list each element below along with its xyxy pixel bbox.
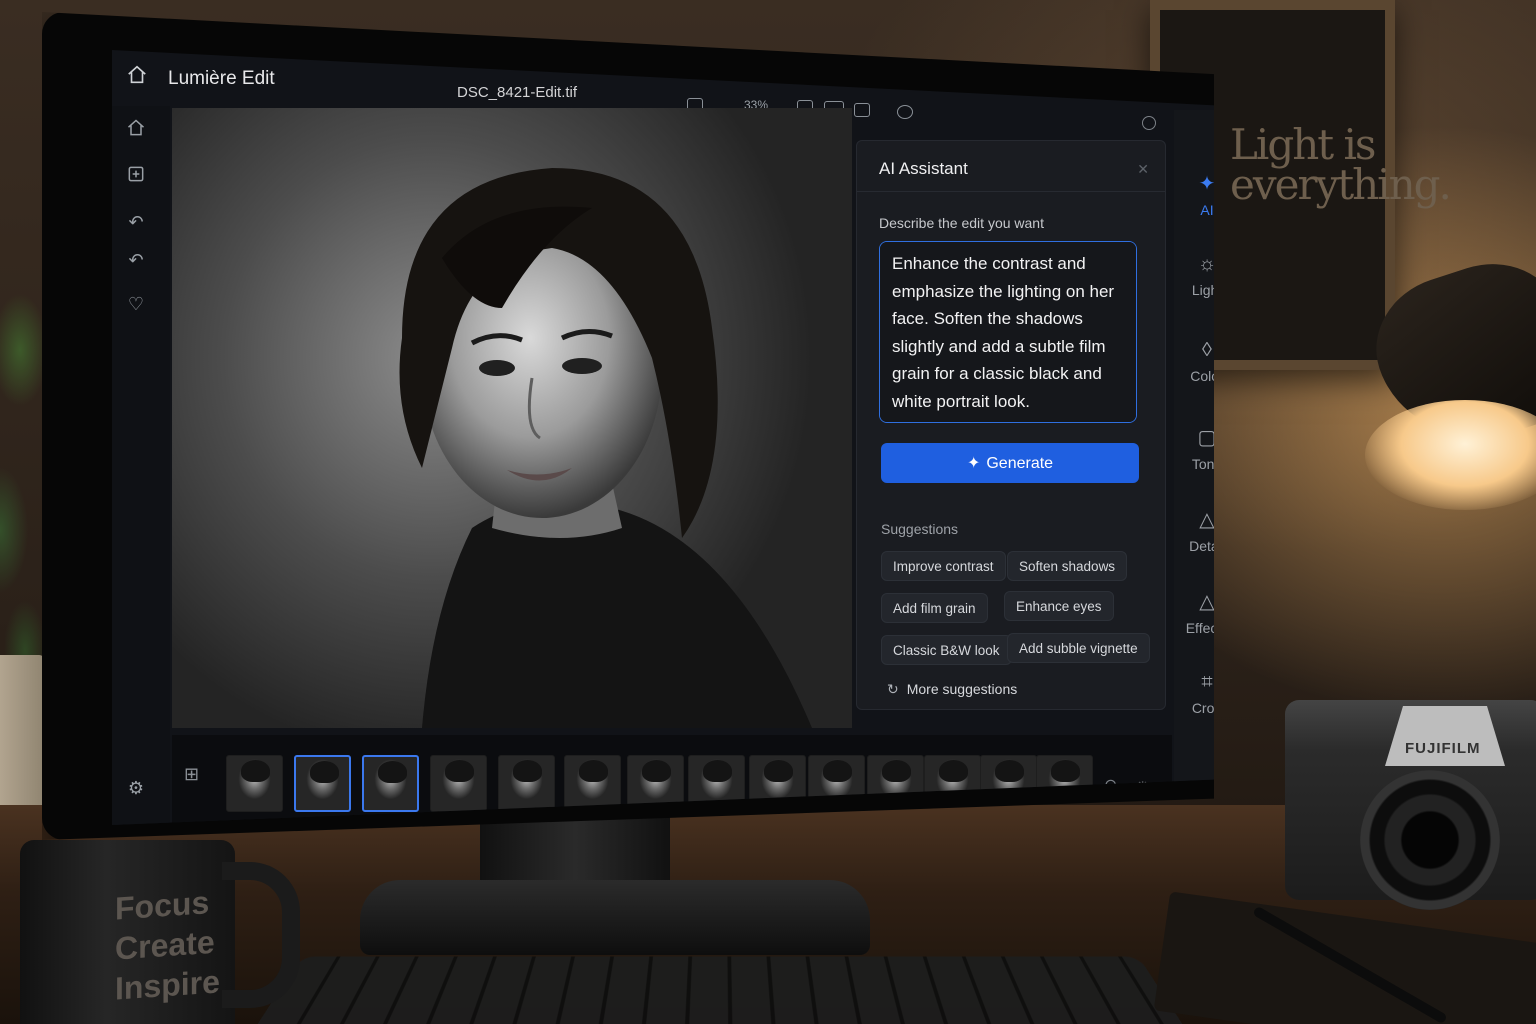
- thumbnail[interactable]: [749, 755, 806, 812]
- tool-detail[interactable]: △ Detail: [1174, 508, 1225, 554]
- app-window: Lumière Edit DSC_8421-Edit.tif 33% ↶ ↶ ♡…: [112, 50, 1229, 825]
- panel-title: AI Assistant: [879, 159, 968, 178]
- tool-label: Tone: [1191, 456, 1223, 472]
- portrait-photo: [399, 168, 812, 728]
- home-icon[interactable]: [126, 118, 146, 138]
- thumbnail[interactable]: [564, 755, 621, 812]
- thumbnail[interactable]: [867, 755, 924, 812]
- monitor-base: [360, 880, 870, 955]
- suggestions-label: Suggestions: [881, 521, 959, 537]
- refresh-icon: ↻: [887, 681, 899, 697]
- thumbnail[interactable]: [226, 755, 283, 812]
- file-name: DSC_8421-Edit.tif: [457, 84, 578, 101]
- left-rail: ↶ ↶ ♡ ⚙: [112, 106, 170, 825]
- tool-label: Effects: [1185, 620, 1229, 636]
- lamp-light: [1365, 400, 1536, 510]
- refresh-icon[interactable]: [1142, 116, 1156, 130]
- thumbnail-selected[interactable]: [362, 755, 419, 812]
- thumbnail[interactable]: [430, 755, 487, 812]
- suggestion-chip-add-vignette[interactable]: Add subble vignette: [1007, 633, 1150, 663]
- thumbnail[interactable]: [688, 755, 745, 812]
- tool-label: Detail: [1189, 538, 1225, 554]
- mug-line-3: Inspire: [115, 963, 220, 1007]
- settings-icon[interactable]: ⚙: [126, 778, 146, 798]
- more-suggestions-link[interactable]: ↻ More suggestions: [887, 681, 1017, 698]
- photo-canvas[interactable]: [172, 108, 852, 728]
- tool-tone[interactable]: ▢ Tone: [1174, 426, 1223, 472]
- collapse-icon[interactable]: ⊖: [1104, 775, 1117, 795]
- tool-label: Crop: [1191, 700, 1223, 716]
- mug-text: Focus Create Inspire: [115, 881, 220, 1008]
- prompt-label: Describe the edit you want: [879, 215, 1044, 231]
- more-suggestions-label: More suggestions: [906, 681, 1018, 697]
- camera-lens: [1360, 770, 1500, 910]
- mug-handle: [222, 862, 300, 1008]
- close-icon[interactable]: ✕: [1137, 161, 1149, 178]
- suggestion-chip-soften-shadows[interactable]: Soften shadows: [1007, 551, 1128, 581]
- thumbnail[interactable]: [924, 755, 981, 812]
- keyboard: [233, 956, 1207, 1024]
- thumbnail[interactable]: [1036, 755, 1093, 812]
- layout-icon[interactable]: [854, 103, 870, 117]
- crop-icon: ⌗: [1201, 671, 1213, 693]
- tone-icon: ▢: [1197, 427, 1217, 449]
- thumbnail[interactable]: [980, 755, 1037, 812]
- tool-crop[interactable]: ⌗ Crop: [1174, 670, 1223, 716]
- thumbnail[interactable]: [808, 755, 865, 812]
- desk-scene: Light is everything. Focus Create Inspir…: [0, 0, 1536, 1024]
- tool-label: AI: [1200, 202, 1214, 218]
- sparkle-icon: ✦: [966, 455, 981, 472]
- heart-icon[interactable]: ♡: [126, 294, 146, 314]
- tool-label: Color: [1190, 368, 1224, 384]
- thumbnail[interactable]: [627, 755, 684, 812]
- triangle-icon: △: [1199, 509, 1215, 531]
- camera-brand: FUJIFILM: [1405, 740, 1481, 757]
- thumbnail[interactable]: [498, 755, 555, 812]
- info-icon[interactable]: [897, 105, 913, 119]
- redo-icon[interactable]: ↶: [126, 250, 146, 270]
- grid-view-icon[interactable]: ⊞: [184, 765, 202, 783]
- title-bar: Lumière Edit DSC_8421-Edit.tif 33%: [112, 50, 1214, 130]
- suggestion-chip-enhance-eyes[interactable]: Enhance eyes: [1004, 591, 1114, 621]
- poster-text: Light is everything.: [1230, 120, 1452, 209]
- import-icon[interactable]: [126, 164, 146, 184]
- plant-pot: [0, 655, 45, 820]
- panel-divider: [857, 191, 1165, 192]
- tool-effects[interactable]: △ Effects: [1174, 590, 1229, 636]
- generate-button[interactable]: ✦ Generate: [881, 443, 1139, 483]
- app-title: Lumière Edit: [168, 68, 275, 89]
- home-icon[interactable]: [126, 64, 148, 86]
- monitor: Lumière Edit DSC_8421-Edit.tif 33% ↶ ↶ ♡…: [42, 12, 1214, 840]
- prompt-input[interactable]: Enhance the contrast and emphasize the l…: [879, 241, 1137, 423]
- expand-icon[interactable]: ⇹: [1136, 775, 1149, 795]
- suggestion-chip-add-film-grain[interactable]: Add film grain: [881, 593, 988, 623]
- undo-icon[interactable]: ↶: [126, 212, 146, 232]
- suggestion-chip-improve-contrast[interactable]: Improve contrast: [881, 551, 1006, 581]
- suggestion-chip-classic-bw-look[interactable]: Classic B&W look: [881, 635, 1012, 665]
- effects-icon: △: [1199, 591, 1215, 613]
- thumbnail-selected[interactable]: [294, 755, 351, 812]
- camera-top-plate: [1385, 706, 1505, 766]
- ai-assistant-panel: AI Assistant ✕ Describe the edit you wan…: [856, 140, 1166, 710]
- generate-label: Generate: [986, 455, 1054, 472]
